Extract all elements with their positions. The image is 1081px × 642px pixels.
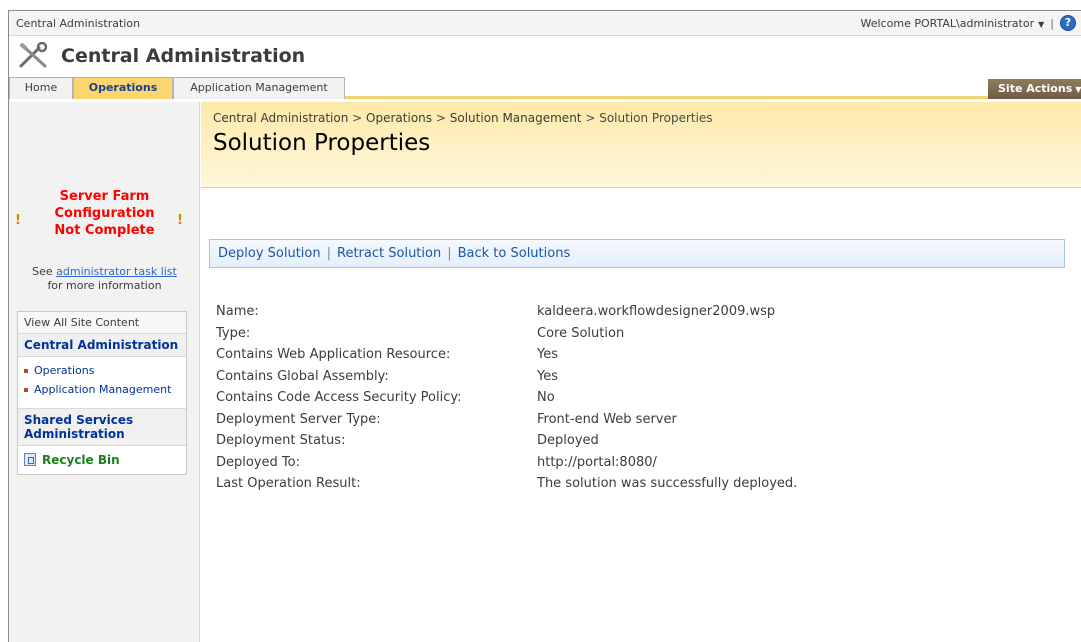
quick-launch: View All Site Content Central Administra… (17, 311, 187, 475)
property-row: Name: kaldeera.workflowdesigner2009.wsp (216, 304, 1056, 326)
recycle-bin-icon (24, 453, 36, 466)
chevron-down-icon: ▼ (1038, 20, 1045, 29)
ql-item-label: Application Management (34, 383, 172, 396)
ql-item-label: Operations (34, 364, 95, 377)
property-row: Deployment Server Type: Front-end Web ser… (216, 412, 1056, 434)
property-row: Contains Code Access Security Policy: No (216, 390, 1056, 412)
property-label: Deployment Server Type: (216, 411, 381, 427)
breadcrumb-separator: > (352, 111, 363, 125)
ql-section-central-admin[interactable]: Central Administration (18, 334, 186, 357)
property-label: Contains Global Assembly: (216, 368, 389, 384)
property-value: Yes (537, 368, 558, 384)
tab-operations[interactable]: Operations (73, 77, 173, 99)
property-label: Last Operation Result: (216, 476, 361, 491)
breadcrumb: Central Administration > Operations > So… (213, 111, 713, 125)
property-value: http://portal:8080/ (537, 454, 657, 470)
breadcrumb-current: Solution Properties (599, 111, 713, 125)
deploy-solution-link[interactable]: Deploy Solution (218, 246, 321, 261)
retract-solution-link[interactable]: Retract Solution (337, 246, 441, 261)
property-row: Deployed To: http://portal:8080/ (216, 455, 1056, 477)
main-content: Central Administration > Operations > So… (201, 102, 1081, 642)
property-row: Last Operation Result: The solution was s… (216, 476, 1056, 498)
bullet-icon (24, 369, 28, 373)
breadcrumb-operations[interactable]: Operations (366, 111, 432, 125)
alert-line-1: Server Farm (59, 189, 150, 204)
property-label: Type: (216, 325, 251, 341)
ql-items: Operations Application Management (18, 357, 186, 409)
tab-home[interactable]: Home (9, 77, 73, 99)
app-title[interactable]: Central Administration (61, 45, 305, 67)
alert-line-3: Not Complete (54, 223, 155, 238)
separator: | (1050, 17, 1054, 30)
property-value: No (537, 390, 555, 405)
property-value: The solution was successfully deployed. (537, 476, 798, 491)
view-all-site-content-link[interactable]: View All Site Content (18, 312, 186, 334)
warning-icon: ! (15, 213, 21, 228)
breadcrumb-solution-management[interactable]: Solution Management (450, 111, 582, 125)
breadcrumb-central-admin[interactable]: Central Administration (213, 111, 348, 125)
warning-icon: ! (177, 213, 183, 228)
property-row: Contains Global Assembly: Yes (216, 369, 1056, 391)
farm-config-alert: ! Server Farm Configuration Not Complete… (9, 188, 200, 239)
breadcrumb-separator: > (585, 111, 596, 125)
property-value: Core Solution (537, 325, 625, 341)
ql-item-operations[interactable]: Operations (18, 364, 186, 377)
welcome-menu[interactable]: Welcome PORTAL\administrator ▼ | (861, 17, 1054, 30)
page-title-area: Central Administration > Operations > So… (201, 102, 1081, 188)
back-to-solutions-link[interactable]: Back to Solutions (458, 246, 571, 261)
global-bar: Central Administration Welcome PORTAL\ad… (9, 11, 1081, 36)
admin-task-list-link[interactable]: administrator task list (56, 265, 177, 278)
tab-application-management[interactable]: Application Management (173, 77, 345, 99)
ql-section-shared-services[interactable]: Shared Services Administration (18, 409, 186, 446)
property-label: Name: (216, 304, 259, 319)
property-row: Type: Core Solution (216, 326, 1056, 348)
property-row: Contains Web Application Resource: Yes (216, 347, 1056, 369)
ql-item-application-management[interactable]: Application Management (18, 383, 186, 396)
property-value: Front-end Web server (537, 411, 677, 427)
solution-toolbar: Deploy Solution | Retract Solution | Back to… (209, 239, 1065, 268)
toolbar-separator: | (447, 246, 452, 261)
page-title: Solution Properties (213, 130, 431, 156)
site-actions-menu[interactable]: Site Actions ▼ (988, 79, 1081, 99)
property-value: Yes (537, 347, 558, 362)
chevron-down-icon: ▼ (1075, 85, 1081, 94)
breadcrumb-separator: > (435, 111, 446, 125)
bullet-icon (24, 388, 28, 392)
farm-info-text: See administrator task list for more inf… (9, 265, 200, 293)
global-site-link[interactable]: Central Administration (16, 17, 140, 30)
tools-icon (19, 42, 48, 68)
property-value: Deployed (537, 433, 599, 448)
welcome-text: Welcome PORTAL\administrator (860, 17, 1035, 30)
recycle-bin-label: Recycle Bin (42, 453, 120, 467)
see-prefix: See (32, 265, 53, 278)
site-actions-label: Site Actions (998, 82, 1073, 95)
site-title-row: Central Administration (9, 36, 1081, 77)
toolbar-separator: | (326, 246, 332, 261)
top-nav-tabs: Home Operations Application Management S… (9, 77, 1081, 99)
property-label: Deployed To: (216, 454, 300, 470)
property-label: Contains Code Access Security Policy: (216, 390, 462, 405)
alert-line-2: Configuration (54, 206, 155, 221)
recycle-bin-link[interactable]: Recycle Bin (18, 446, 186, 474)
property-label: Deployment Status: (216, 433, 346, 448)
sharepoint-window: Central Administration Welcome PORTAL\ad… (8, 10, 1081, 642)
left-navigation: ! Server Farm Configuration Not Complete… (9, 102, 200, 642)
help-icon[interactable]: ? (1060, 15, 1076, 31)
solution-properties-list: Name: kaldeera.workflowdesigner2009.wsp T… (216, 304, 1056, 498)
more-info-text: for more information (47, 279, 162, 292)
property-row: Deployment Status: Deployed (216, 433, 1056, 455)
property-value: kaldeera.workflowdesigner2009.wsp (537, 304, 776, 319)
property-label: Contains Web Application Resource: (216, 347, 451, 362)
